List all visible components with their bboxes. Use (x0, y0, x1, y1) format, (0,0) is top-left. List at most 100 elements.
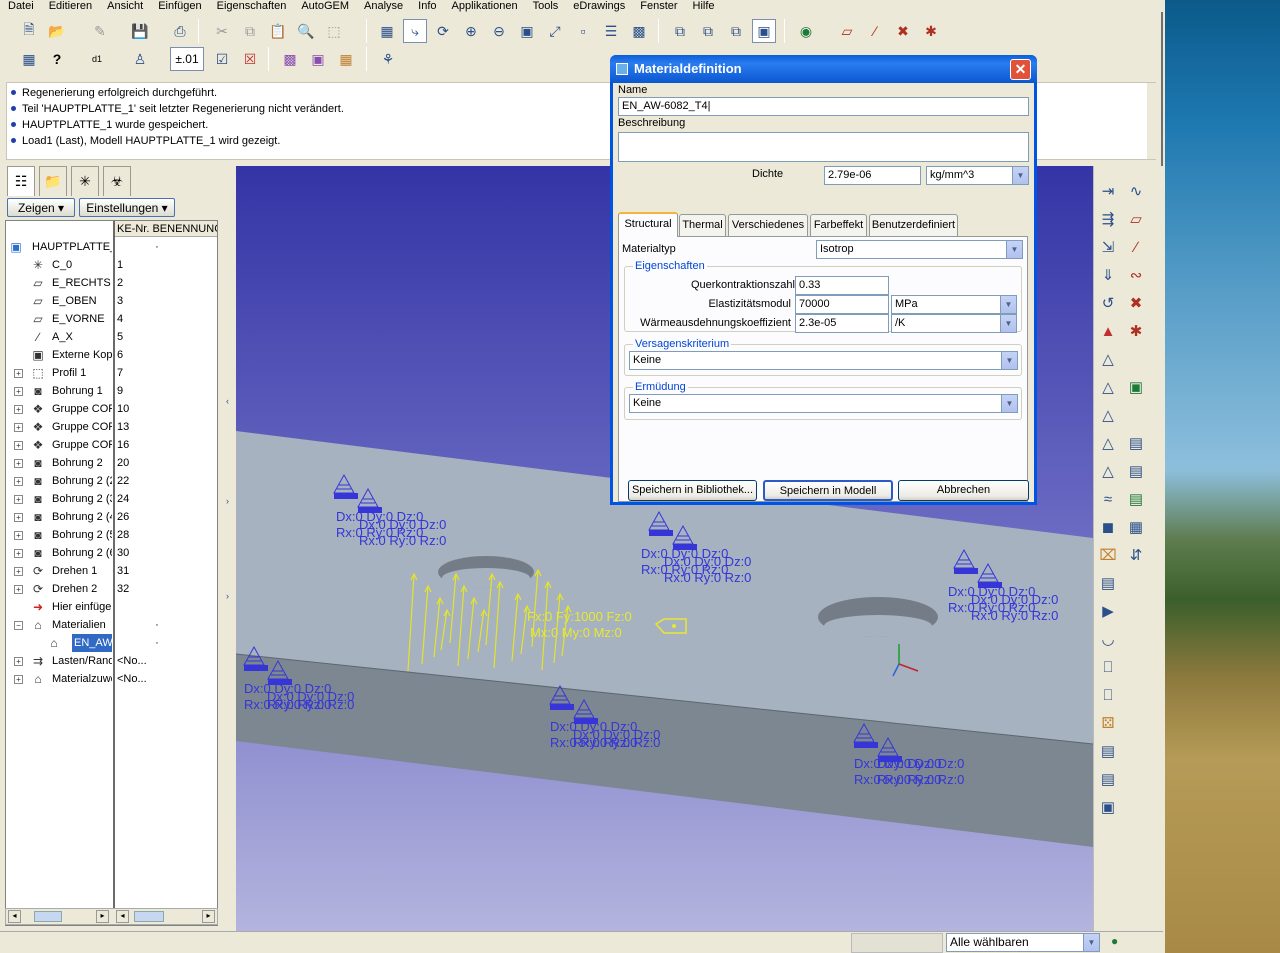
expand-toggle-icon[interactable]: + (14, 675, 23, 684)
density-field[interactable]: 2.79e-06 (824, 166, 921, 185)
results-icon[interactable]: ▤ (1123, 430, 1149, 456)
menu-eigenschaften[interactable]: Eigenschaften (209, 1, 294, 12)
tree-row[interactable]: + ⟳ Drehen 1 31 (6, 562, 217, 580)
tab-thermal[interactable]: Thermal (679, 214, 726, 236)
thermal-expansion-field[interactable]: 2.3e-05 (795, 314, 889, 333)
temperature-icon[interactable]: ▲ (1095, 318, 1121, 344)
beam-icon[interactable]: ⌧ (1095, 542, 1121, 568)
paste-icon[interactable]: 📋 (266, 19, 290, 43)
material-icon[interactable]: ⎕ (1095, 654, 1121, 680)
network-icon[interactable]: ⚘ (376, 47, 400, 71)
close-icon[interactable]: ✕ (1010, 59, 1031, 80)
model-display-icon[interactable]: ◉ (794, 19, 818, 43)
tree-row[interactable]: ⌂ EN_AW · (6, 634, 217, 652)
datum-points-icon[interactable]: ✖ (891, 19, 915, 43)
save-to-model-button[interactable]: Speichern in Modell (763, 480, 893, 501)
expand-toggle-icon[interactable]: + (14, 387, 23, 396)
person-icon[interactable]: ♙ (128, 47, 152, 71)
poisson-field[interactable]: 0.33 (795, 276, 889, 295)
menu-info[interactable]: Info (410, 1, 443, 12)
save-to-library-button[interactable]: Speichern in Bibliothek... (628, 480, 757, 501)
copy-icon[interactable]: ⧉ (238, 19, 262, 43)
expand-toggle-icon[interactable]: + (14, 441, 23, 450)
planar-constraint-icon[interactable]: △ (1095, 374, 1121, 400)
chevron-down-icon[interactable]: ▼ (1012, 167, 1028, 184)
tab-farbeffekt[interactable]: Farbeffekt (810, 214, 867, 236)
interface-icon[interactable]: ▤ (1095, 738, 1121, 764)
tree-row[interactable]: + ◙ Bohrung 2 20 (6, 454, 217, 472)
failure-criterion-select[interactable]: Keine ▼ (629, 351, 1018, 370)
model-tree-icon[interactable]: ▦ (17, 47, 41, 71)
tree-row[interactable]: + ❖ Gruppe COF 10 (6, 400, 217, 418)
elastic-modulus-field[interactable]: 70000 (795, 295, 889, 314)
wireframe-icon[interactable]: ⧉ (668, 19, 692, 43)
column-name[interactable]: BENENNUNG (152, 223, 217, 235)
mass-icon[interactable]: ◼ (1095, 514, 1121, 540)
curve-icon[interactable]: ∾ (1123, 262, 1149, 288)
tab-verschiedenes[interactable]: Verschiedenes (728, 214, 808, 236)
open-file-icon[interactable]: 📂 (45, 19, 69, 43)
print-icon[interactable]: ⎙ (168, 19, 192, 43)
tree-row[interactable]: + ◙ Bohrung 2 (6 30 (6, 544, 217, 562)
fatigue-select[interactable]: Keine ▼ (629, 394, 1018, 413)
hidden-line-icon[interactable]: ⧉ (696, 19, 720, 43)
tab-model-tree[interactable]: ☷ (7, 166, 35, 196)
tree-row[interactable]: + ◙ Bohrung 2 (2 22 (6, 472, 217, 490)
density-unit-select[interactable]: kg/mm^3 ▼ (926, 166, 1029, 185)
precision-dropdown[interactable]: ±.01 (170, 47, 204, 71)
expand-toggle-icon[interactable]: + (14, 531, 23, 540)
measures-icon[interactable]: ⇵ (1123, 542, 1149, 568)
select-box-icon[interactable]: ⬚ (322, 19, 346, 43)
tree-row[interactable]: + ◙ Bohrung 2 (4 26 (6, 508, 217, 526)
coord-sys-icon[interactable]: ✱ (919, 19, 943, 43)
panel-splitter[interactable]: ‹ › › (222, 166, 234, 931)
tree-row[interactable]: + ◙ Bohrung 2 (5 28 (6, 526, 217, 544)
saved-views-icon[interactable]: ▫ (571, 19, 595, 43)
displacement-icon[interactable]: △ (1095, 346, 1121, 372)
shading-icon[interactable]: ▣ (752, 19, 776, 43)
expand-toggle-icon[interactable]: + (14, 369, 23, 378)
orient-mode-icon[interactable]: ⟳ (431, 19, 455, 43)
column-ke-nr[interactable]: KE-Nr. (117, 223, 149, 235)
surface-region-icon[interactable]: ▣ (1095, 794, 1121, 820)
pattern-icon[interactable]: ▩ (278, 47, 302, 71)
expand-toggle-icon[interactable]: + (14, 423, 23, 432)
view-manager-icon[interactable]: ▩ (627, 19, 651, 43)
reorient-icon[interactable]: ⤢ (543, 19, 567, 43)
ball-constraint-icon[interactable]: △ (1095, 430, 1121, 456)
tab-connections[interactable]: ☣ (103, 166, 131, 196)
sensitivity-icon[interactable]: ▤ (1123, 458, 1149, 484)
tree-horizontal-scrollbar[interactable]: ◂ ▸ ◂ ▸ (5, 908, 218, 925)
measure-icon[interactable]: ⚄ (1095, 710, 1121, 736)
show-button[interactable]: Zeigen ▾ (7, 198, 75, 217)
tree-row[interactable]: + ⬚ Profil 1 7 (6, 364, 217, 382)
tree-row[interactable]: + ❖ Gruppe COF 13 (6, 418, 217, 436)
pressure-icon[interactable]: ⇶ (1095, 206, 1121, 232)
tree-row[interactable]: ▣ Externe Kop 6 (6, 346, 217, 364)
tree-row[interactable]: + ⇉ Lasten/Rand <No... (6, 652, 217, 670)
tree-row[interactable]: + ◙ Bohrung 1 9 (6, 382, 217, 400)
tree-row[interactable]: + ⌂ Materialzuwe <No... (6, 670, 217, 688)
new-file-icon[interactable]: 🗎 (17, 19, 41, 43)
datum-planes-icon[interactable]: ▱ (835, 19, 859, 43)
design-study-icon[interactable]: ▤ (1123, 486, 1149, 512)
tree-row[interactable]: ✳ C_0 1 (6, 256, 217, 274)
expand-toggle-icon[interactable]: + (14, 657, 23, 666)
menu-datei[interactable]: Datei (0, 1, 41, 12)
expand-toggle-icon[interactable]: + (14, 495, 23, 504)
message-scrollbar[interactable] (1147, 83, 1156, 159)
collapse-toggle-icon[interactable]: − (14, 621, 23, 630)
shell-icon[interactable]: ▤ (1095, 570, 1121, 596)
chevron-down-icon[interactable]: ▼ (1083, 934, 1099, 951)
repaint-icon[interactable]: ▦ (375, 19, 399, 43)
menu-einfuegen[interactable]: Einfügen (150, 1, 208, 12)
cancel-button[interactable]: Abbrechen (898, 480, 1029, 501)
appearance-icon[interactable]: ▦ (334, 47, 358, 71)
scroll-thumb[interactable] (134, 911, 164, 922)
chevron-down-icon[interactable]: ▼ (1001, 395, 1017, 412)
expand-icon[interactable]: › (226, 496, 229, 506)
cancel-icon[interactable]: ☒ (238, 47, 262, 71)
save-icon[interactable]: 💾 (128, 19, 152, 43)
scroll-right-icon[interactable]: ▸ (202, 910, 215, 923)
plane-icon[interactable]: ▱ (1123, 206, 1149, 232)
